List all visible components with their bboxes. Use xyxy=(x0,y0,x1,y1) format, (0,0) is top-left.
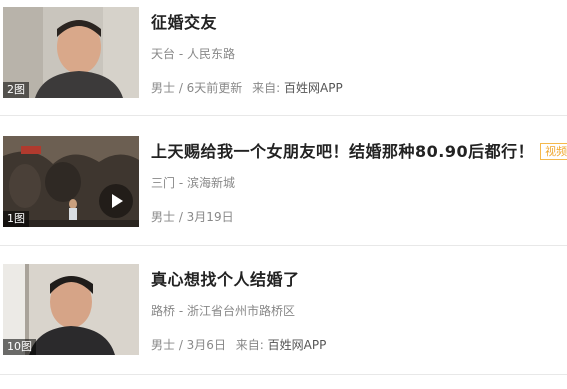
photo-count-badge: 2图 xyxy=(3,82,29,98)
listing-meta: 男士 / 6天前更新 来自: 百姓网APP xyxy=(151,79,343,96)
listing-source: 百姓网APP xyxy=(267,338,327,352)
listing-gender-date: 男士 / 3月6日 xyxy=(151,338,226,352)
listing-source: 百姓网APP xyxy=(284,81,343,95)
photo-count-badge: 10图 xyxy=(3,339,36,355)
listing-list: 2图 征婚交友 天台 - 人民东路 男士 / 6天前更新 来自: 百姓网APP xyxy=(0,0,567,389)
listing-title[interactable]: 上天赐给我一个女朋友吧！结婚那种80.90后都行！ 视频 xyxy=(151,138,567,162)
list-item[interactable]: 10图 真心想找个人结婚了 路桥 - 浙江省台州市路桥区 男士 / 3月6日 来… xyxy=(0,254,567,378)
divider xyxy=(0,115,567,116)
listing-location: 天台 - 人民东路 xyxy=(151,47,235,61)
listing-meta: 男士 / 3月6日 来自: 百姓网APP xyxy=(151,336,326,353)
listing-photo[interactable]: 10图 xyxy=(3,264,139,355)
play-icon[interactable] xyxy=(99,184,133,218)
listing-meta: 男士 / 3月19日 xyxy=(151,208,234,225)
source-prefix: 来自: xyxy=(252,81,281,95)
divider xyxy=(0,374,567,375)
listing-gender-date: 男士 / 3月19日 xyxy=(151,210,234,224)
source-prefix: 来自: xyxy=(235,338,264,352)
listing-photo[interactable]: 2图 xyxy=(3,7,139,98)
listing-title-text[interactable]: 上天赐给我一个女朋友吧！结婚那种80.90后都行！ xyxy=(151,142,534,161)
list-item[interactable]: 2图 征婚交友 天台 - 人民东路 男士 / 6天前更新 来自: 百姓网APP xyxy=(0,0,567,124)
listing-gender-date: 男士 / 6天前更新 xyxy=(151,81,243,95)
divider xyxy=(0,245,567,246)
listing-title[interactable]: 真心想找个人结婚了 xyxy=(151,266,300,290)
listing-title[interactable]: 征婚交友 xyxy=(151,9,217,33)
listing-video-thumbnail[interactable]: 1图 xyxy=(3,136,139,227)
listing-location: 三门 - 滨海新城 xyxy=(151,176,235,190)
photo-count-badge: 1图 xyxy=(3,211,29,227)
listing-location: 路桥 - 浙江省台州市路桥区 xyxy=(151,304,295,318)
video-badge: 视频 xyxy=(540,143,567,160)
list-item[interactable]: 1图 上天赐给我一个女朋友吧！结婚那种80.90后都行！ 视频 三门 - 滨海新城… xyxy=(0,126,567,250)
